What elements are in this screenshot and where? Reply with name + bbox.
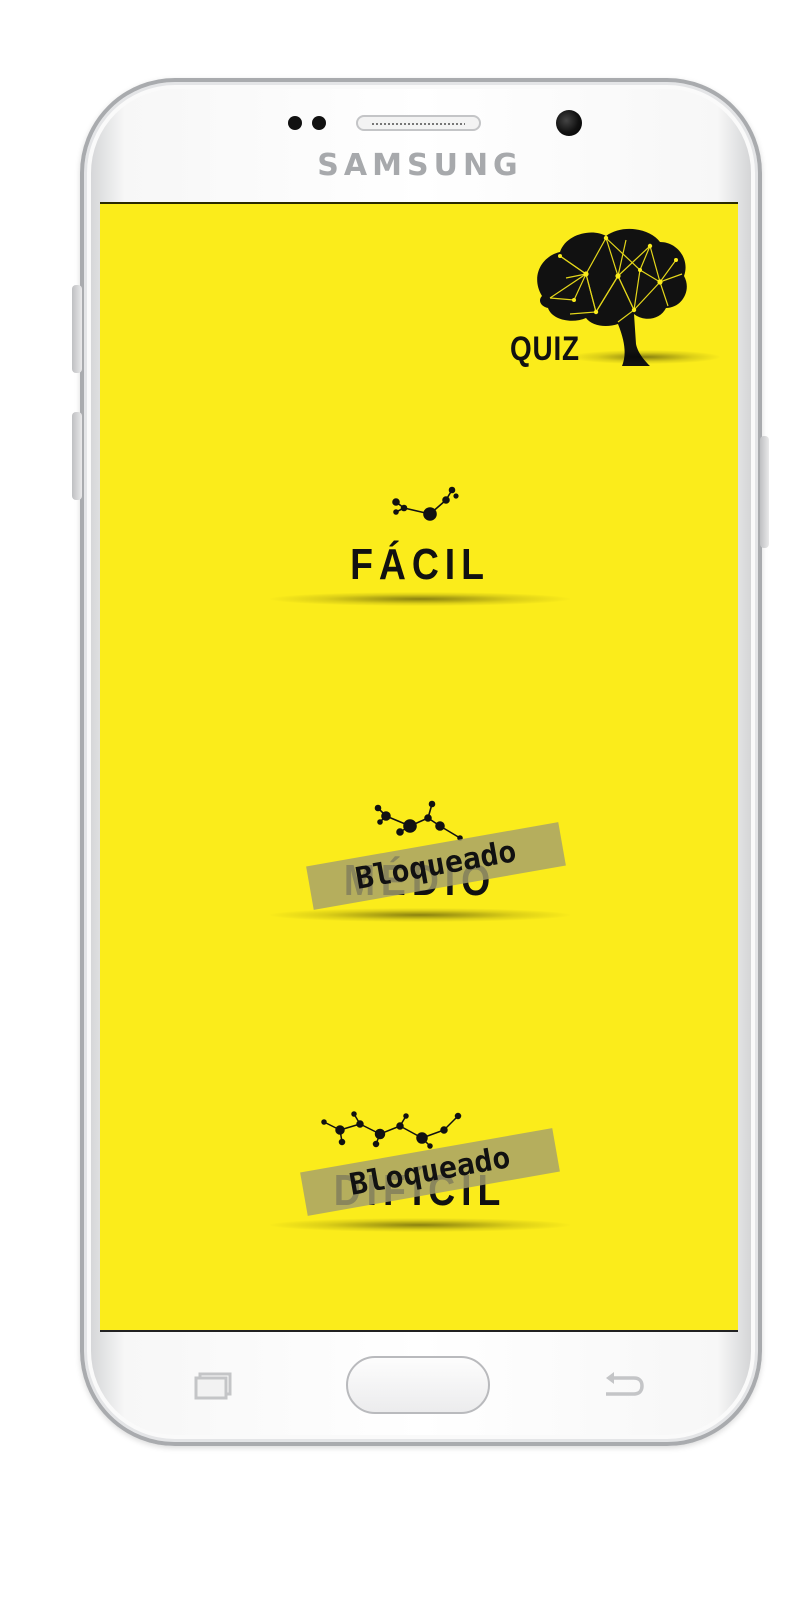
power-button: [760, 436, 769, 548]
app-title: QUIZ: [510, 330, 580, 368]
brand-logo: SAMSUNG: [317, 148, 523, 183]
front-camera: [556, 110, 582, 136]
back-arrow-icon[interactable]: [600, 1370, 644, 1402]
earpiece-speaker: [356, 115, 481, 131]
logo-shadow: [570, 350, 720, 364]
sensor-dot: [312, 116, 326, 130]
sensor-dot: [288, 116, 302, 130]
volume-down-button: [72, 412, 82, 500]
volume-up-button: [72, 285, 82, 373]
level-shadow: [270, 592, 570, 606]
level-label: FÁCIL: [350, 540, 490, 589]
recent-apps-icon[interactable]: [194, 1372, 232, 1400]
home-button[interactable]: [346, 1356, 490, 1414]
level-shadow: [270, 908, 570, 922]
app-screen: QUIZ FÁCIL Bloqueado Bloqueado: [100, 202, 738, 1332]
level-shadow: [270, 1218, 570, 1232]
